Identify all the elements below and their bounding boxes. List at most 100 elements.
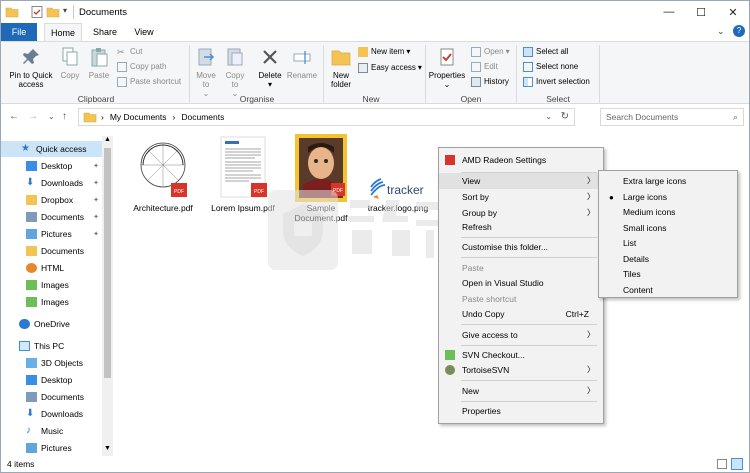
properties-button[interactable]: Properties ⌄ <box>428 47 466 89</box>
customize-toolbar-chevron-icon[interactable]: ▾ <box>63 6 67 15</box>
menu-label: TortoiseSVN <box>462 365 510 375</box>
new-item-button[interactable]: New item ▾ <box>358 45 410 58</box>
menu-item-undo-copy[interactable]: Undo Copy Ctrl+Z <box>439 306 603 322</box>
menu-item-customise[interactable]: Customise this folder... <box>439 239 603 255</box>
tab-share[interactable]: Share <box>87 23 123 41</box>
invert-selection-button[interactable]: Invert selection <box>523 75 590 88</box>
nav-item-quick-access[interactable]: ★ Quick access <box>1 141 102 157</box>
pin-icon: ✦ <box>93 214 99 221</box>
menu-item-new[interactable]: New 〉 <box>439 383 603 399</box>
recent-locations-chevron-icon[interactable]: ⌄ <box>48 112 55 121</box>
close-button[interactable]: ✕ <box>717 1 749 23</box>
nav-label: OneDrive <box>34 319 70 329</box>
refresh-icon[interactable]: ↻ <box>561 111 569 122</box>
pin-to-quick-access-button[interactable]: Pin to Quick access <box>5 47 57 89</box>
minimize-button[interactable]: — <box>653 1 685 23</box>
tab-view[interactable]: View <box>127 23 161 41</box>
nav-item-this-pc[interactable]: This PC <box>19 338 64 354</box>
open-button[interactable]: Open ▾ <box>471 45 510 58</box>
select-none-button[interactable]: Select none <box>523 60 578 73</box>
nav-item-onedrive[interactable]: OneDrive <box>19 316 70 332</box>
nav-item-pc-desktop[interactable]: Desktop <box>26 372 72 388</box>
new-folder-icon[interactable] <box>46 5 60 19</box>
tab-file[interactable]: File <box>1 23 37 41</box>
menu-item-sort-by[interactable]: Sort by 〉 <box>439 189 603 205</box>
menu-item-svn-checkout[interactable]: SVN Checkout... <box>439 347 603 363</box>
submenu-item-extra-large-icons[interactable]: Extra large icons <box>599 174 737 190</box>
menu-item-properties[interactable]: Properties <box>439 403 603 419</box>
nav-item-desktop[interactable]: Desktop <box>26 158 72 174</box>
menu-item-view[interactable]: View 〉 <box>439 173 603 189</box>
properties-check-icon[interactable] <box>30 5 44 19</box>
address-dropdown-chevron-icon[interactable]: ⌄ <box>545 112 552 121</box>
submenu-label: Details <box>623 253 649 264</box>
nav-item-pc-documents[interactable]: Documents <box>26 389 84 405</box>
move-to-label: Move to <box>196 71 216 89</box>
nav-item-documents[interactable]: Documents <box>26 209 84 225</box>
breadcrumb-documents[interactable]: Documents <box>181 112 224 122</box>
new-folder-label: New folder <box>330 71 351 89</box>
details-view-icon[interactable] <box>717 459 727 469</box>
up-arrow-icon[interactable]: ↑ <box>62 111 67 122</box>
large-icons-view-icon[interactable] <box>731 458 743 470</box>
help-icon[interactable]: ? <box>733 25 745 37</box>
nav-label: HTML <box>41 263 65 273</box>
submenu-item-content[interactable]: Content <box>599 283 737 299</box>
maximize-button[interactable]: ☐ <box>685 1 717 23</box>
search-input[interactable]: Search Documents ⌕ <box>600 108 744 126</box>
copy-path-button[interactable]: Copy path <box>117 60 166 73</box>
submenu-item-tiles[interactable]: Tiles <box>599 267 737 283</box>
nav-item-pictures[interactable]: Pictures <box>26 226 72 242</box>
nav-item-documents-folder[interactable]: Documents <box>26 243 84 259</box>
easy-access-button[interactable]: Easy access ▾ <box>358 61 422 74</box>
menu-item-amd-radeon[interactable]: AMD Radeon Settings <box>439 152 603 168</box>
move-to-button[interactable]: Move to ⌄ <box>193 47 219 98</box>
back-arrow-icon[interactable]: ← <box>9 111 19 122</box>
menu-item-open-visual-studio[interactable]: Open in Visual Studio <box>439 275 603 291</box>
menu-item-refresh[interactable]: Refresh <box>439 219 603 235</box>
expand-ribbon-chevron-icon[interactable]: ⌄ <box>717 26 725 37</box>
paste-button[interactable]: Paste <box>85 47 113 80</box>
nav-scrollbar[interactable]: ▲ ▼ <box>102 136 113 456</box>
delete-button[interactable]: Delete ▾ <box>256 47 284 89</box>
menu-item-tortoisesvn[interactable]: TortoiseSVN 〉 <box>439 362 603 378</box>
cut-button[interactable]: ✂ Cut <box>117 45 142 58</box>
nav-item-images-2[interactable]: Images <box>26 294 69 310</box>
nav-item-html[interactable]: HTML <box>26 260 64 276</box>
submenu-item-list[interactable]: List <box>599 236 737 252</box>
copy-button[interactable]: Copy <box>59 47 81 80</box>
history-label: History <box>484 77 509 86</box>
menu-item-paste-shortcut[interactable]: Paste shortcut <box>439 291 603 307</box>
edit-button[interactable]: Edit <box>471 60 498 73</box>
submenu-item-medium-icons[interactable]: Medium icons <box>599 205 737 221</box>
nav-item-pc-downloads[interactable]: ⬇ Downloads <box>26 406 83 422</box>
address-field[interactable]: › My Documents › Documents ⌄ ↻ <box>78 108 575 126</box>
file-item[interactable]: PDF Architecture.pdf <box>131 135 195 220</box>
scroll-up-arrow-icon[interactable]: ▲ <box>104 136 111 143</box>
new-item-icon <box>358 46 368 57</box>
forward-arrow-icon[interactable]: → <box>28 111 38 122</box>
nav-item-images[interactable]: Images <box>26 277 69 293</box>
submenu-item-details[interactable]: Details <box>599 252 737 268</box>
submenu-item-small-icons[interactable]: Small icons <box>599 221 737 237</box>
submenu-item-large-icons[interactable]: ● Large icons <box>599 190 737 206</box>
new-folder-button[interactable]: New folder <box>326 47 356 89</box>
nav-item-dropbox[interactable]: Dropbox <box>26 192 73 208</box>
scroll-thumb[interactable] <box>104 148 111 378</box>
paste-shortcut-button[interactable]: Paste shortcut <box>117 75 181 88</box>
nav-item-downloads[interactable]: ⬇ Downloads <box>26 175 83 191</box>
copy-to-button[interactable]: Copy to ⌄ <box>222 47 248 98</box>
nav-item-pc-pictures[interactable]: Pictures <box>26 440 72 456</box>
scroll-down-arrow-icon[interactable]: ▼ <box>104 445 111 452</box>
breadcrumb-my-documents[interactable]: My Documents <box>110 112 167 122</box>
menu-item-paste[interactable]: Paste <box>439 260 603 276</box>
menu-item-give-access[interactable]: Give access to 〉 <box>439 327 603 343</box>
rename-button[interactable]: Rename <box>286 47 318 80</box>
tab-home[interactable]: Home <box>44 23 82 41</box>
history-button[interactable]: History <box>471 75 509 88</box>
delete-label: Delete <box>258 71 282 80</box>
download-icon: ⬇ <box>26 408 35 419</box>
select-all-button[interactable]: Select all <box>523 45 568 58</box>
nav-item-music[interactable]: ♪ Music <box>26 423 63 439</box>
nav-item-3d-objects[interactable]: 3D Objects <box>26 355 83 371</box>
